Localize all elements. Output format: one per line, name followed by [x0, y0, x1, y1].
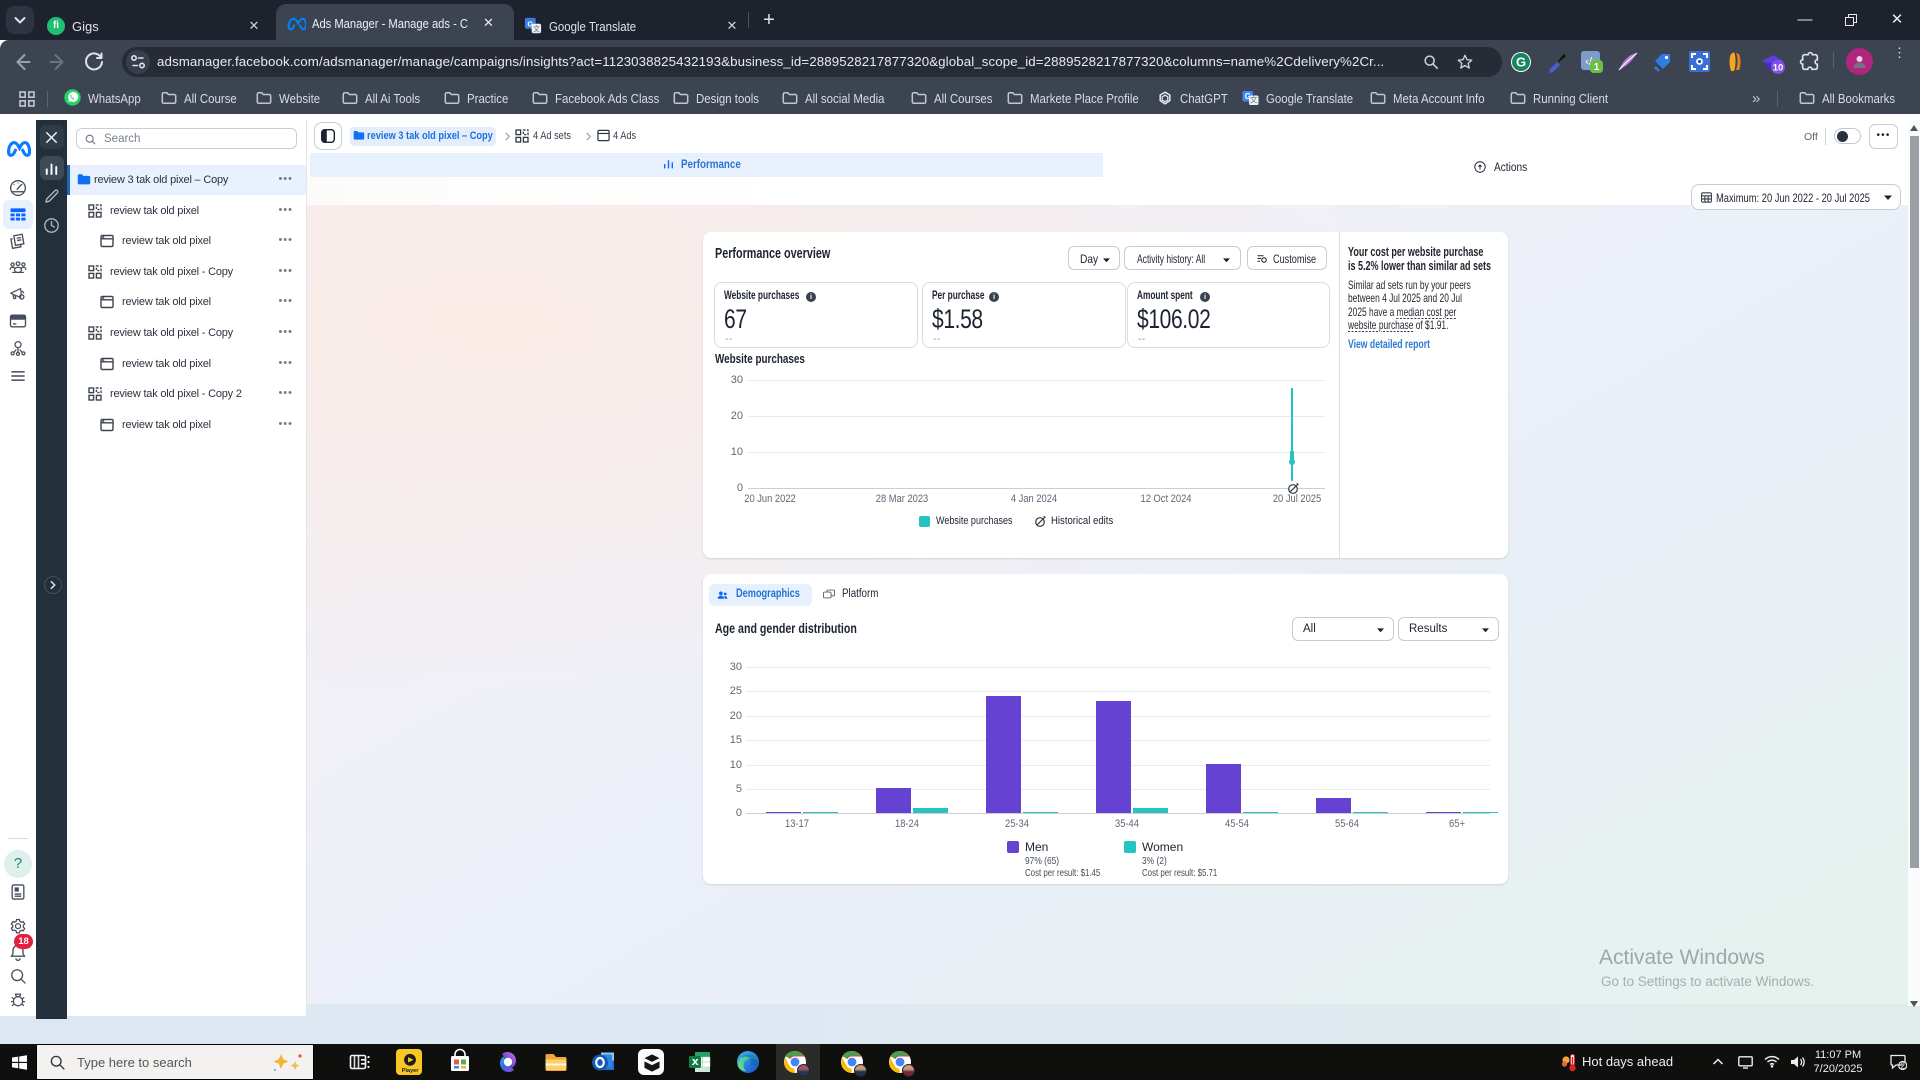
svg-text:G: G	[1516, 55, 1526, 70]
svg-text:2: 2	[1900, 1062, 1905, 1071]
svg-text:文: 文	[1250, 95, 1258, 105]
svg-text:文: 文	[533, 24, 540, 33]
svg-text:10: 10	[1773, 63, 1784, 74]
svg-text:Player: Player	[402, 1068, 420, 1074]
svg-text:1: 1	[1594, 62, 1600, 73]
